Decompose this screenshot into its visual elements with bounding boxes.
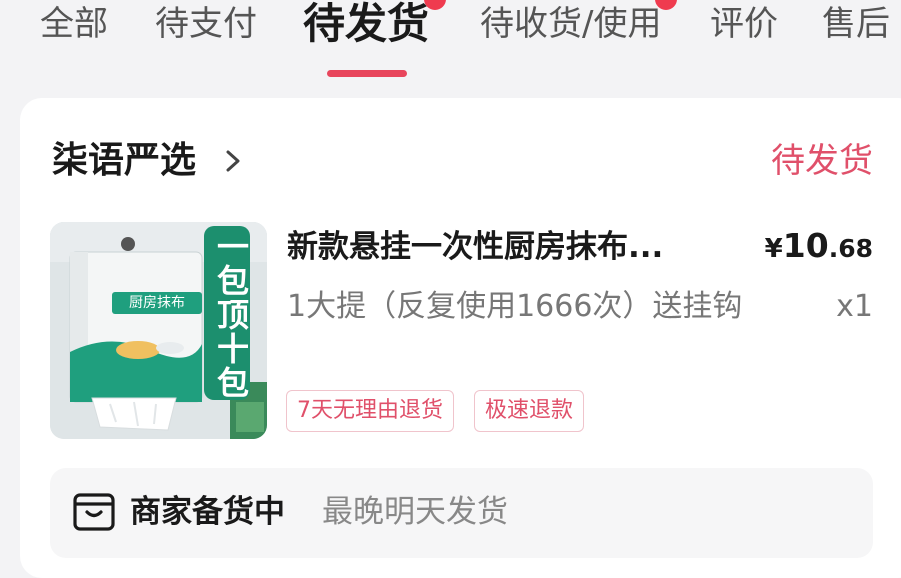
product-image[interactable]: 厨房抹布 一包顶十包 — [50, 222, 267, 439]
order-status: 待发货 — [771, 141, 873, 181]
package-label: 厨房抹布 — [112, 292, 202, 314]
tab-review[interactable]: 评价 — [710, 2, 778, 46]
active-tab-indicator — [327, 70, 407, 77]
tab-after-sales[interactable]: 售后 — [822, 2, 890, 46]
product-quantity: x1 — [836, 289, 873, 324]
price-decimal: .68 — [828, 234, 873, 263]
tab-all[interactable]: 全部 — [40, 2, 108, 46]
shop-name[interactable]: 柒语严选 — [52, 138, 196, 184]
tag-7-day-return: 7天无理由退货 — [286, 390, 454, 432]
tab-pending-receipt[interactable]: 待收货/使用 — [480, 2, 661, 46]
notice-subtitle: 最晚明天发货 — [322, 494, 508, 530]
chevron-right-icon[interactable] — [218, 144, 248, 178]
package-box-icon — [73, 493, 115, 531]
product-price: ¥10.68 — [765, 226, 873, 265]
shipping-notice[interactable]: 商家备货中 最晚明天发货 — [50, 468, 873, 558]
price-integer: 10 — [782, 226, 829, 265]
product-title[interactable]: 新款悬挂一次性厨房抹布... — [287, 224, 717, 270]
notice-title: 商家备货中 — [130, 494, 285, 530]
tab-pending-payment[interactable]: 待支付 — [155, 2, 257, 46]
order-tabs: 全部 待支付 待发货 待收货/使用 评价 售后 — [0, 0, 901, 96]
promo-banner: 一包顶十包 — [204, 226, 250, 400]
product-spec: 1大提（反复使用1666次）送挂钩 — [287, 289, 743, 324]
tag-fast-refund: 极速退款 — [474, 390, 585, 432]
tab-pending-shipment[interactable]: 待发货 — [303, 0, 429, 50]
price-currency: ¥ — [764, 234, 783, 264]
